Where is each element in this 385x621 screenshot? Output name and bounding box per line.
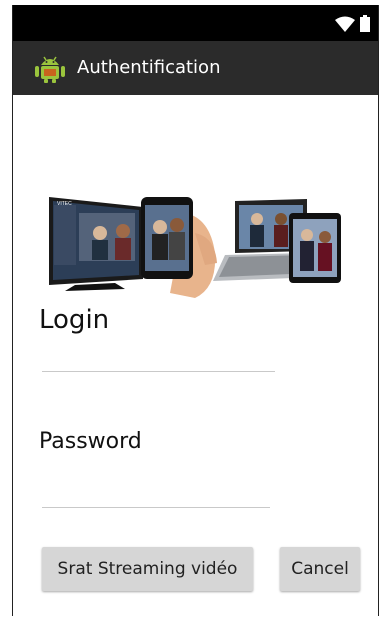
login-label: Login <box>39 305 110 335</box>
status-icons <box>335 15 370 32</box>
multi-device-video-icon: VITEC <box>49 197 341 298</box>
login-input[interactable] <box>42 345 275 372</box>
screen-frame-left <box>0 0 12 621</box>
cancel-button[interactable]: Cancel <box>280 547 360 591</box>
password-input[interactable] <box>42 481 270 508</box>
password-label: Password <box>39 429 142 454</box>
battery-icon <box>360 15 370 32</box>
phone-screen: Authentification VITEC Login Password Sr… <box>12 5 379 616</box>
status-bar <box>13 5 378 41</box>
screen-title: Authentification <box>77 57 221 78</box>
smartphone-image <box>141 197 217 298</box>
tv-image: VITEC <box>49 197 143 291</box>
svg-text:VITEC: VITEC <box>57 201 72 207</box>
wifi-icon <box>335 16 355 32</box>
tablet-image <box>289 213 341 283</box>
login-form: VITEC Login Password Srat Streaming vidé… <box>13 95 378 616</box>
start-streaming-button[interactable]: Srat Streaming vidéo <box>42 547 253 591</box>
android-robot-icon <box>35 56 65 83</box>
action-bar: Authentification <box>13 41 378 95</box>
